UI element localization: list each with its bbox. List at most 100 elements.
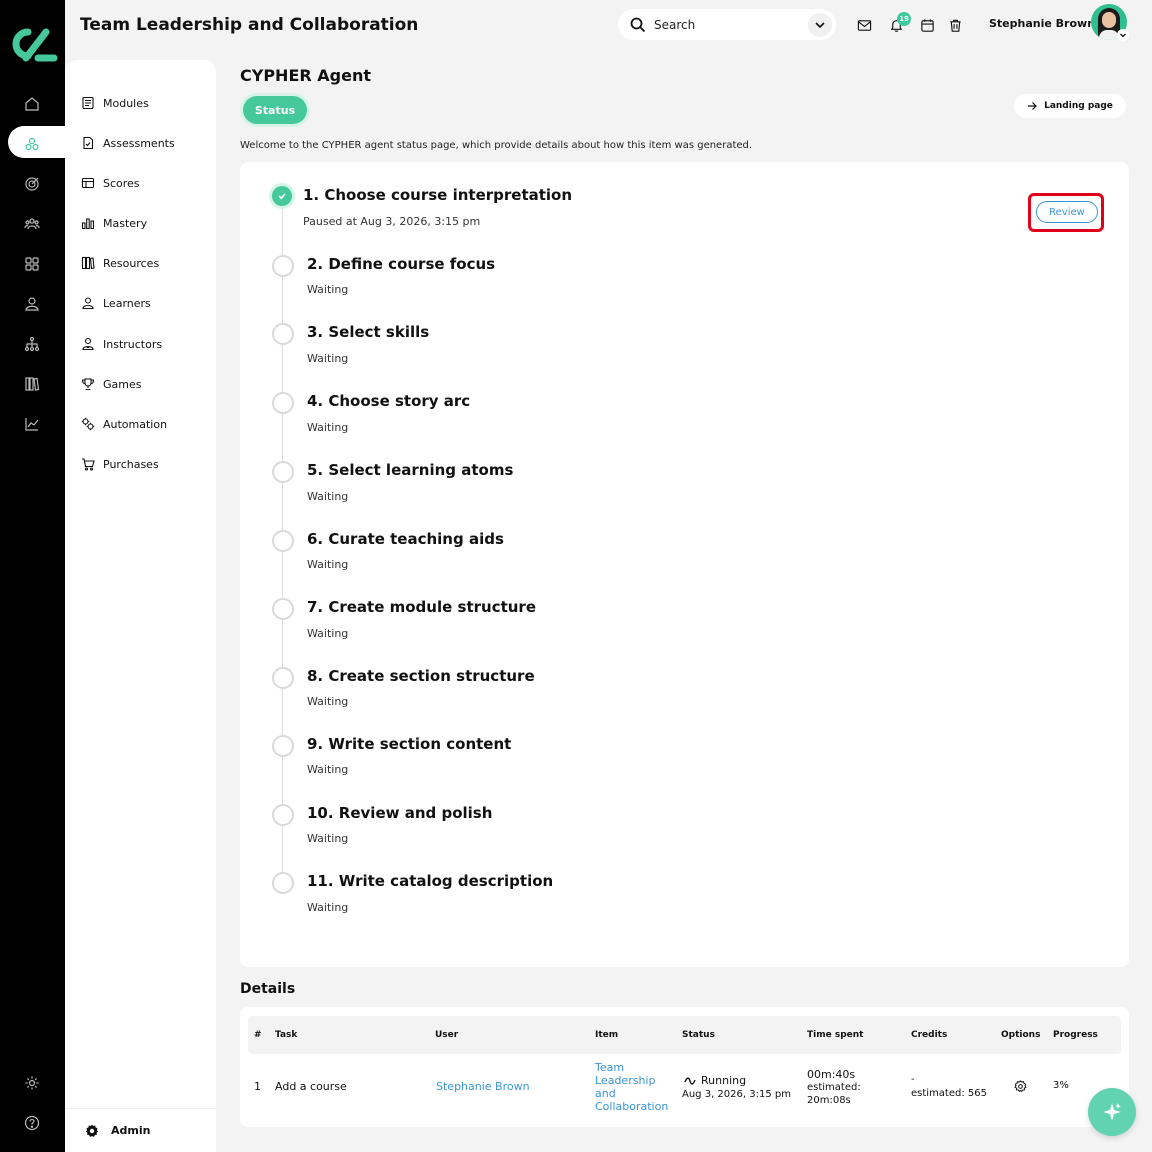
steps-card (240, 162, 1129, 967)
step-3-status: Waiting (307, 352, 349, 365)
search-box[interactable]: Search (618, 9, 836, 40)
notification-badge: 19 (897, 12, 911, 26)
item-line[interactable]: Team (595, 1061, 624, 1074)
mail-icon[interactable] (855, 16, 873, 34)
tab-status[interactable]: Status (243, 96, 307, 124)
item-line[interactable]: Leadership (595, 1074, 655, 1087)
row-credits: - (911, 1074, 915, 1085)
sidebar-item-label: Modules (103, 96, 149, 110)
sidebar-item-purchases[interactable]: Purchases (81, 454, 159, 474)
user-name[interactable]: Stephanie Brown (989, 17, 1095, 30)
step-4-circle (272, 392, 294, 414)
games-icon (81, 378, 95, 391)
modules-icon (82, 96, 94, 110)
sidebar-item-label: Instructors (103, 337, 163, 351)
step-5-title: 5. Select learning atoms (307, 461, 514, 479)
step-4-status: Waiting (307, 421, 349, 434)
sidebar-item-label: Resources (103, 256, 160, 270)
row-user-link[interactable]: Stephanie Brown (436, 1080, 530, 1093)
search-icon (630, 17, 646, 32)
item-line[interactable]: Collaboration (595, 1100, 668, 1113)
chevron-down-icon[interactable] (808, 13, 832, 37)
page-title: CYPHER Agent (240, 66, 371, 85)
step-3-title: 3. Select skills (307, 323, 430, 341)
grid-icon[interactable] (20, 252, 44, 276)
arrow-right-icon (1028, 102, 1037, 110)
step-6-title: 6. Curate teaching aids (307, 530, 504, 548)
trash-icon[interactable] (946, 16, 964, 34)
modules-icon[interactable] (20, 132, 44, 156)
sidebar-item-games[interactable]: Games (81, 374, 141, 394)
chevron-down-icon[interactable] (1117, 29, 1129, 41)
ai-assistant-button[interactable] (1088, 1088, 1136, 1136)
admin-label: Admin (111, 1124, 151, 1137)
step-8-circle (272, 667, 294, 689)
column-header: Credits (911, 1030, 948, 1040)
sidebar-item-label: Mastery (103, 216, 148, 230)
chart-icon[interactable] (20, 412, 44, 436)
sidebar-item-assessments[interactable]: Assessments (81, 133, 175, 153)
sidebar-item-resources[interactable]: Resources (81, 253, 159, 273)
people-icon[interactable] (20, 212, 44, 236)
step-7-status: Waiting (307, 627, 349, 640)
step-10-status: Waiting (307, 832, 349, 845)
sidebar-item-label: Assessments (103, 136, 175, 150)
item-line[interactable]: and (595, 1087, 616, 1100)
calendar-icon[interactable] (918, 16, 936, 34)
home-icon[interactable] (20, 92, 44, 116)
row-task: Add a course (275, 1080, 347, 1093)
review-button[interactable]: Review (1036, 201, 1098, 223)
hierarchy-icon[interactable] (20, 332, 44, 356)
step-10-title: 10. Review and polish (307, 804, 493, 822)
step-6-status: Waiting (307, 558, 349, 571)
sidebar-item-instructors[interactable]: Instructors (81, 334, 162, 354)
app-title: Team Leadership and Collaboration (80, 15, 419, 35)
step-9-status: Waiting (307, 763, 349, 776)
sidebar-item-mastery[interactable]: Mastery (81, 213, 147, 233)
gear-icon (85, 1124, 99, 1137)
left-rail (0, 0, 72, 1152)
step-11-status: Waiting (307, 901, 349, 914)
settings-icon[interactable] (20, 1071, 44, 1095)
sidebar-item-label: Learners (103, 296, 151, 310)
step-2-title: 2. Define course focus (307, 255, 496, 273)
column-header: Time spent (807, 1030, 864, 1040)
assessments-icon (83, 136, 94, 150)
admin-button[interactable]: Admin (65, 1108, 216, 1152)
step-3-circle (272, 323, 294, 345)
user-icon[interactable] (20, 292, 44, 316)
column-header: User (435, 1030, 459, 1040)
row-progress: 3% (1053, 1080, 1069, 1091)
search-input[interactable]: Search (654, 18, 695, 32)
sidebar-item-modules[interactable]: Modules (81, 93, 149, 113)
help-icon[interactable] (20, 1111, 44, 1135)
sidebar-item-label: Games (103, 377, 142, 391)
sidebar-item-learners[interactable]: Learners (81, 293, 151, 313)
app-logo[interactable] (8, 24, 58, 64)
column-header: Options (1001, 1030, 1041, 1040)
step-2-circle (272, 255, 294, 277)
step-7-title: 7. Create module structure (307, 598, 536, 616)
step-11-title: 11. Write catalog description (307, 872, 554, 890)
sidebar-item-label: Scores (103, 176, 140, 190)
sparkle-icon (1103, 1103, 1121, 1121)
sidebar-item-automation[interactable]: Automation (81, 414, 167, 434)
step-4-title: 4. Choose story arc (307, 392, 471, 410)
step-5-circle (272, 461, 294, 483)
target-icon[interactable] (20, 172, 44, 196)
row-number: 1 (254, 1080, 261, 1093)
sidebar: Modules Assessments Scores Mastery Resou… (65, 60, 216, 1152)
step-2-status: Waiting (307, 283, 349, 296)
row-status-date: Aug 3, 2026, 3:15 pm (682, 1089, 791, 1100)
details-title: Details (240, 981, 296, 997)
sidebar-item-scores[interactable]: Scores (81, 173, 140, 193)
landing-page-button[interactable]: Landing page (1014, 94, 1126, 118)
column-header: # (254, 1030, 262, 1040)
step-9-title: 9. Write section content (307, 735, 512, 753)
purchases-icon (82, 458, 95, 471)
mastery-icon (81, 218, 95, 230)
library-icon[interactable] (20, 372, 44, 396)
step-10-circle (272, 804, 294, 826)
gear-icon[interactable] (1014, 1080, 1027, 1093)
step-8-title: 8. Create section structure (307, 667, 535, 685)
